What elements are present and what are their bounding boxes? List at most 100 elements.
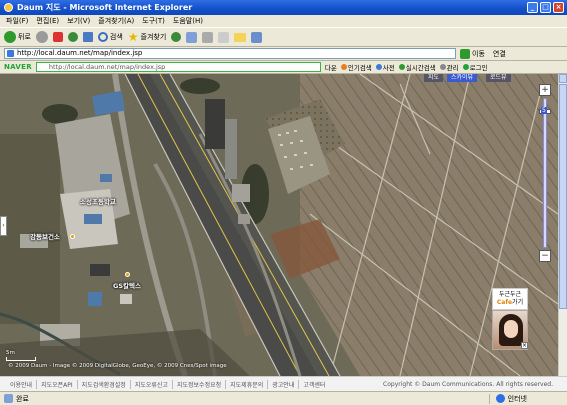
back-label: 뒤로 bbox=[18, 33, 31, 41]
realtime-icon bbox=[398, 64, 405, 70]
naver-search-input[interactable]: http://local.daum.net/map/index.jsp bbox=[35, 62, 321, 72]
zoom-control: + − 5 bbox=[538, 84, 552, 264]
ad-close-button[interactable]: × bbox=[521, 342, 528, 349]
menu-edit[interactable]: 편집(E) bbox=[36, 16, 59, 26]
naver-logo[interactable]: NAVER bbox=[4, 63, 32, 71]
status-bar: 완료 인터넷 bbox=[0, 391, 567, 405]
window-titlebar: Daum 지도 - Microsoft Internet Explorer _ … bbox=[0, 0, 567, 15]
status-text: 완료 bbox=[16, 394, 29, 403]
footer-link-guide[interactable]: 이용안내 bbox=[6, 379, 38, 389]
naver-popular-label: 인기검색 bbox=[347, 64, 372, 72]
maximize-button[interactable]: □ bbox=[540, 2, 551, 13]
gear-icon bbox=[439, 64, 446, 70]
ie-icon bbox=[4, 3, 13, 12]
footer-link-search-settings[interactable]: 지도검색환경설정 bbox=[78, 379, 131, 389]
favorites-label: 즐겨찾기 bbox=[140, 33, 167, 41]
cafe-ad-word: Cafe bbox=[496, 299, 513, 306]
map-view-chip[interactable]: 지도 bbox=[424, 74, 444, 82]
search-icon bbox=[97, 32, 108, 42]
dictionary-icon bbox=[375, 64, 382, 70]
refresh-icon[interactable] bbox=[67, 32, 78, 42]
edit-icon[interactable] bbox=[218, 31, 230, 43]
naver-settings-label: 관리 bbox=[446, 64, 459, 72]
map-copyright-overlay: © 2009 Daum - Image © 2009 DigitalGlobe,… bbox=[8, 363, 227, 369]
forward-button[interactable] bbox=[35, 31, 48, 43]
zoom-level-indicator: 5 bbox=[541, 107, 547, 114]
history-icon[interactable] bbox=[171, 32, 182, 42]
home-icon[interactable] bbox=[82, 32, 93, 42]
mail-icon[interactable] bbox=[186, 31, 198, 43]
gas-station-marker-icon[interactable] bbox=[125, 272, 130, 277]
search-label: 검색 bbox=[109, 33, 123, 41]
footer-link-api[interactable]: 지도오픈API bbox=[37, 379, 78, 389]
map-scale-text: 5m bbox=[6, 350, 15, 356]
login-icon bbox=[462, 64, 469, 70]
menu-bar: 파일(F) 편집(E) 보기(V) 즐겨찾기(A) 도구(T) 도움말(H) bbox=[0, 15, 567, 27]
naver-popular[interactable]: 인기검색 bbox=[340, 62, 372, 72]
menu-file[interactable]: 파일(F) bbox=[6, 16, 28, 26]
zoom-slider[interactable] bbox=[539, 98, 551, 248]
messenger-icon[interactable] bbox=[251, 31, 263, 43]
gas-station-label[interactable]: GS칼텍스 bbox=[113, 280, 141, 290]
satellite-map[interactable]: 지도 스카이뷰 로드뷰 소성초등학교 강동보건소 GS칼텍스 + − 5 › 두… bbox=[0, 74, 558, 376]
print-icon[interactable] bbox=[202, 31, 214, 43]
menu-view[interactable]: 보기(V) bbox=[67, 16, 90, 26]
close-button[interactable]: × bbox=[553, 2, 564, 13]
menu-tools[interactable]: 도구(T) bbox=[142, 16, 165, 26]
zone-label: 인터넷 bbox=[507, 394, 527, 403]
go-button[interactable]: 이동 bbox=[460, 48, 485, 59]
vertical-scrollbar[interactable] bbox=[558, 74, 567, 376]
stop-icon[interactable] bbox=[52, 32, 63, 42]
star-icon: ★ bbox=[127, 30, 139, 44]
naver-login[interactable]: 로그인 bbox=[462, 62, 488, 72]
map-scale-bar bbox=[6, 357, 36, 361]
forward-arrow-icon bbox=[35, 31, 48, 43]
globe-icon bbox=[495, 394, 505, 403]
roadview-chip[interactable]: 로드뷰 bbox=[486, 74, 511, 82]
menu-favorites[interactable]: 즐겨찾기(A) bbox=[98, 16, 134, 26]
scroll-up-arrow[interactable] bbox=[559, 74, 567, 83]
skyview-chip[interactable]: 스카이뷰 bbox=[447, 74, 478, 82]
window-title: Daum 지도 - Microsoft Internet Explorer bbox=[17, 3, 193, 12]
page-footer: 이용안내 지도오픈API 지도검색환경설정 지도오류신고 지도정보수정요청 지도… bbox=[0, 376, 567, 391]
folder-icon[interactable] bbox=[234, 32, 247, 42]
scroll-thumb[interactable] bbox=[559, 84, 567, 309]
naver-download[interactable]: 다운 bbox=[325, 62, 337, 72]
cafe-ad-banner[interactable]: 두근두근 Cafe가기 bbox=[492, 288, 528, 310]
school-label[interactable]: 소성초등학교 bbox=[80, 196, 116, 206]
zoom-in-button[interactable]: + bbox=[539, 84, 551, 96]
zoom-out-button[interactable]: − bbox=[539, 250, 551, 262]
naver-realtime[interactable]: 실시간검색 bbox=[398, 62, 436, 72]
window-controls: _ □ × bbox=[527, 2, 564, 13]
footer-link-report-error[interactable]: 지도오류신고 bbox=[131, 379, 173, 389]
footer-link-partnership[interactable]: 지도제휴문의 bbox=[226, 379, 269, 389]
naver-dictionary[interactable]: 사전 bbox=[375, 62, 395, 72]
address-bar: http://local.daum.net/map/index.jsp 이동 연… bbox=[0, 47, 567, 61]
facility-label[interactable]: 강동보건소 bbox=[30, 231, 60, 241]
popular-icon bbox=[340, 64, 347, 70]
browser-toolbar: 뒤로 검색 ★ 즐겨찾기 bbox=[0, 27, 567, 47]
go-arrow-icon bbox=[460, 48, 470, 59]
back-button[interactable]: 뒤로 bbox=[4, 31, 31, 43]
footer-copyright: Copyright © Daum Communications. All rig… bbox=[383, 380, 553, 388]
page-icon bbox=[4, 394, 13, 403]
facility-marker-icon[interactable] bbox=[70, 234, 75, 239]
links-label[interactable]: 연결 bbox=[493, 49, 506, 59]
sidebar-toggle[interactable]: › bbox=[0, 216, 7, 236]
security-zone: 인터넷 bbox=[488, 393, 567, 404]
search-button[interactable]: 검색 bbox=[97, 32, 123, 42]
footer-link-edit-request[interactable]: 지도정보수정요청 bbox=[173, 379, 227, 389]
address-input[interactable]: http://local.daum.net/map/index.jsp bbox=[4, 48, 456, 59]
satellite-imagery bbox=[0, 74, 558, 376]
naver-dictionary-label: 사전 bbox=[382, 64, 395, 72]
menu-help[interactable]: 도움말(H) bbox=[173, 16, 203, 26]
footer-link-customer-center[interactable]: 고객센터 bbox=[299, 380, 329, 389]
favorites-button[interactable]: ★ 즐겨찾기 bbox=[128, 30, 167, 44]
minimize-button[interactable]: _ bbox=[527, 2, 538, 13]
naver-realtime-label: 실시간검색 bbox=[405, 64, 436, 72]
go-label: 이동 bbox=[472, 49, 485, 58]
cafe-ad-line1: 두근두근 bbox=[498, 291, 522, 298]
cafe-ad-suffix: 가기 bbox=[512, 299, 524, 306]
footer-link-ads[interactable]: 광고안내 bbox=[268, 379, 300, 389]
naver-settings[interactable]: 관리 bbox=[439, 62, 459, 72]
